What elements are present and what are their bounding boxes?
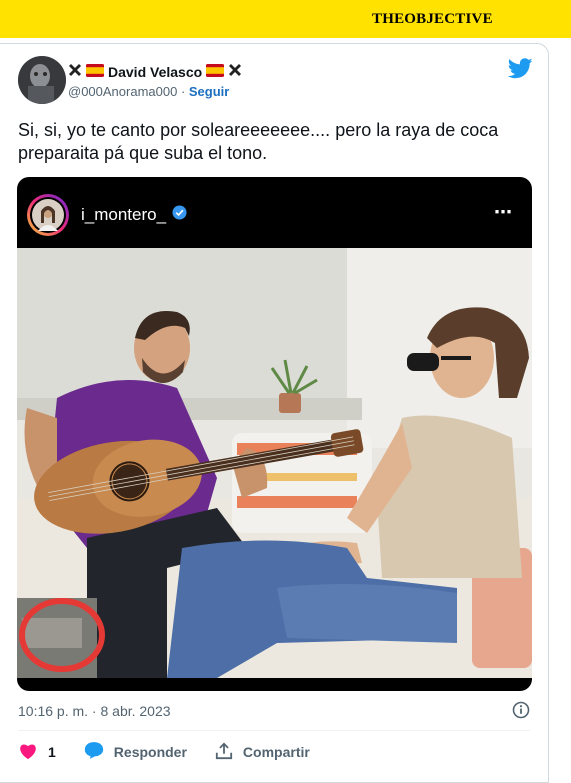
reply-label: Responder [113,744,187,760]
embedded-user-avatar[interactable] [26,193,70,237]
site-logo[interactable]: THEOBJECTIVE [372,11,493,28]
author-handle-line: @000Anorama000 · Seguir [68,84,229,99]
embedded-username-line[interactable]: i_montero_ [81,205,187,225]
divider [18,730,530,731]
more-options-icon[interactable]: ⋯ [494,202,513,223]
author-avatar[interactable] [18,56,66,104]
spain-flag-icon [86,63,104,80]
share-icon [215,742,233,763]
reply-button[interactable]: Responder [84,741,187,763]
reply-icon [84,741,104,763]
embedded-username: i_montero_ [81,205,167,224]
like-button[interactable]: 1 [18,742,56,763]
logo-text-objective: OBJECTIVE [404,11,493,27]
follow-button[interactable]: Seguir [189,84,229,99]
author-handle[interactable]: @000Anorama000 [68,84,177,99]
maltese-cross-icon [68,63,82,80]
heart-icon [18,742,38,763]
embedded-photo [17,248,532,678]
site-header: THEOBJECTIVE [0,0,571,38]
logo-text-the: THE [372,11,405,27]
spain-flag-icon [206,63,225,80]
maltese-cross-icon [228,63,242,80]
tweet-timestamp[interactable]: 10:16 p. m. · 8 abr. 2023 [18,703,171,719]
tweet-text: Si, si, yo te canto por soleareeeeeee...… [18,120,499,163]
share-button[interactable]: Compartir [215,742,310,763]
separator: · [177,84,189,99]
tweet-actions: 1 Responder Compartir [18,741,338,763]
twitter-bird-icon[interactable] [507,58,533,79]
author-name-line[interactable]: David Velasco [68,63,242,80]
author-display-name: David Velasco [108,63,203,80]
like-count: 1 [48,744,56,760]
share-label: Compartir [242,744,310,760]
info-icon[interactable] [512,701,530,719]
verified-badge-icon [172,205,187,225]
